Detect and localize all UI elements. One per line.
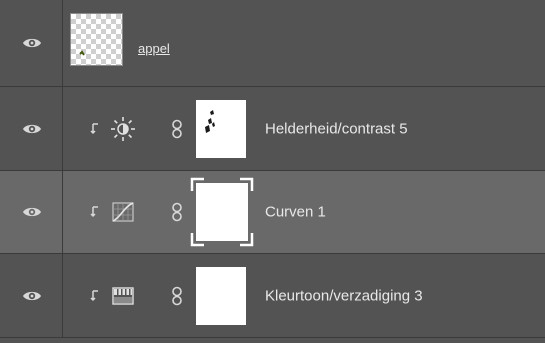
brightness-contrast-icon[interactable] [110, 116, 136, 142]
hue-saturation-icon[interactable] [110, 283, 136, 309]
eye-icon[interactable] [22, 205, 42, 219]
eye-icon[interactable] [22, 122, 42, 136]
mask-shape-icon [205, 109, 215, 133]
layer-row-brightness-contrast[interactable]: Helderheid/contrast 5 [0, 87, 545, 171]
layer-mask-thumbnail[interactable] [196, 99, 246, 158]
eye-icon[interactable] [22, 36, 42, 50]
layer-mask-thumbnail[interactable] [190, 177, 254, 247]
layer-name[interactable]: Kleurtoon/verzadiging 3 [265, 287, 423, 304]
layer-thumbnail[interactable] [70, 13, 123, 66]
layer-mask-thumbnail[interactable] [196, 266, 246, 325]
layer-row-appel[interactable]: appel [0, 0, 545, 87]
layers-panel: appel Helderheid/contrast 5 Curven 1 Kle… [0, 0, 545, 343]
layer-name[interactable]: Helderheid/contrast 5 [265, 120, 408, 137]
visibility-toggle[interactable] [0, 0, 63, 86]
curves-icon[interactable] [110, 199, 136, 225]
apple-thumbnail-icon [79, 50, 85, 56]
clip-arrow-icon [90, 289, 98, 301]
visibility-toggle[interactable] [0, 254, 63, 337]
layer-row-hue-saturation[interactable]: Kleurtoon/verzadiging 3 [0, 254, 545, 338]
mask-selection-frame [190, 177, 254, 247]
layer-name[interactable]: Curven 1 [265, 204, 326, 221]
visibility-toggle[interactable] [0, 171, 63, 253]
chain-link-icon[interactable] [170, 119, 184, 139]
layer-row-curves[interactable]: Curven 1 [0, 171, 545, 254]
chain-link-icon[interactable] [170, 286, 184, 306]
layer-name[interactable]: appel [138, 41, 170, 56]
eye-icon[interactable] [22, 289, 42, 303]
clip-arrow-icon [90, 206, 98, 218]
clip-arrow-icon [90, 122, 98, 134]
visibility-toggle[interactable] [0, 87, 63, 170]
chain-link-icon[interactable] [170, 202, 184, 222]
